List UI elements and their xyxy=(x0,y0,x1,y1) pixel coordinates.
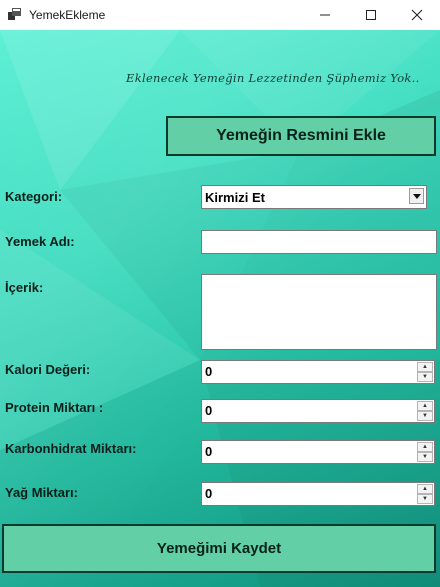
minimize-button[interactable] xyxy=(302,0,348,30)
category-selected-value: Kirmizi Et xyxy=(205,189,265,205)
fat-value: 0 xyxy=(205,486,213,501)
carb-label: Karbonhidrat Miktarı: xyxy=(5,441,137,456)
arrow-up-icon: ▲ xyxy=(422,486,428,492)
category-select[interactable]: Kirmizi Et xyxy=(201,185,427,209)
dropdown-button[interactable] xyxy=(409,188,424,204)
carb-decrement-button[interactable]: ▼ xyxy=(417,452,433,462)
carb-value: 0 xyxy=(205,444,213,459)
content-label: İçerik: xyxy=(5,280,44,295)
arrow-up-icon: ▲ xyxy=(422,364,428,370)
name-label: Yemek Adı: xyxy=(5,234,75,249)
calorie-increment-button[interactable]: ▲ xyxy=(417,362,433,372)
content-textarea[interactable] xyxy=(201,274,437,350)
chevron-down-icon xyxy=(412,193,421,199)
minimize-icon xyxy=(320,14,330,16)
title-bar: YemekEkleme xyxy=(0,0,440,30)
arrow-up-icon: ▲ xyxy=(422,444,428,450)
arrow-down-icon: ▼ xyxy=(422,454,428,460)
protein-label: Protein Miktarı : xyxy=(5,400,104,415)
maximize-button[interactable] xyxy=(348,0,394,30)
arrow-down-icon: ▼ xyxy=(422,413,428,419)
maximize-icon xyxy=(366,10,376,20)
close-icon xyxy=(411,9,423,21)
window-title: YemekEkleme xyxy=(29,8,106,22)
add-image-button[interactable]: Yemeğin Resmini Ekle xyxy=(166,116,436,156)
protein-stepper[interactable]: 0 ▲ ▼ xyxy=(201,399,435,423)
calorie-label: Kalori Değeri: xyxy=(5,362,91,377)
category-label: Kategori: xyxy=(5,189,63,204)
arrow-down-icon: ▼ xyxy=(422,496,428,502)
name-input[interactable] xyxy=(201,230,437,254)
app-icon xyxy=(8,8,21,20)
calorie-decrement-button[interactable]: ▼ xyxy=(417,372,433,382)
arrow-up-icon: ▲ xyxy=(422,403,428,409)
carb-increment-button[interactable]: ▲ xyxy=(417,442,433,452)
calorie-stepper[interactable]: 0 ▲ ▼ xyxy=(201,360,435,384)
slogan-text: Eklenecek Yemeğin Lezzetinden Şüphemiz Y… xyxy=(126,71,420,85)
fat-label: Yağ Miktarı: xyxy=(5,485,78,500)
arrow-down-icon: ▼ xyxy=(422,374,428,380)
fat-stepper[interactable]: 0 ▲ ▼ xyxy=(201,482,435,506)
protein-increment-button[interactable]: ▲ xyxy=(417,401,433,411)
close-button[interactable] xyxy=(394,0,440,30)
fat-decrement-button[interactable]: ▼ xyxy=(417,494,433,504)
fat-increment-button[interactable]: ▲ xyxy=(417,484,433,494)
protein-decrement-button[interactable]: ▼ xyxy=(417,411,433,421)
calorie-value: 0 xyxy=(205,364,213,379)
form-client-area: Eklenecek Yemeğin Lezzetinden Şüphemiz Y… xyxy=(0,30,440,587)
protein-value: 0 xyxy=(205,403,213,418)
carb-stepper[interactable]: 0 ▲ ▼ xyxy=(201,440,435,464)
save-button[interactable]: Yemeğimi Kaydet xyxy=(2,524,436,573)
